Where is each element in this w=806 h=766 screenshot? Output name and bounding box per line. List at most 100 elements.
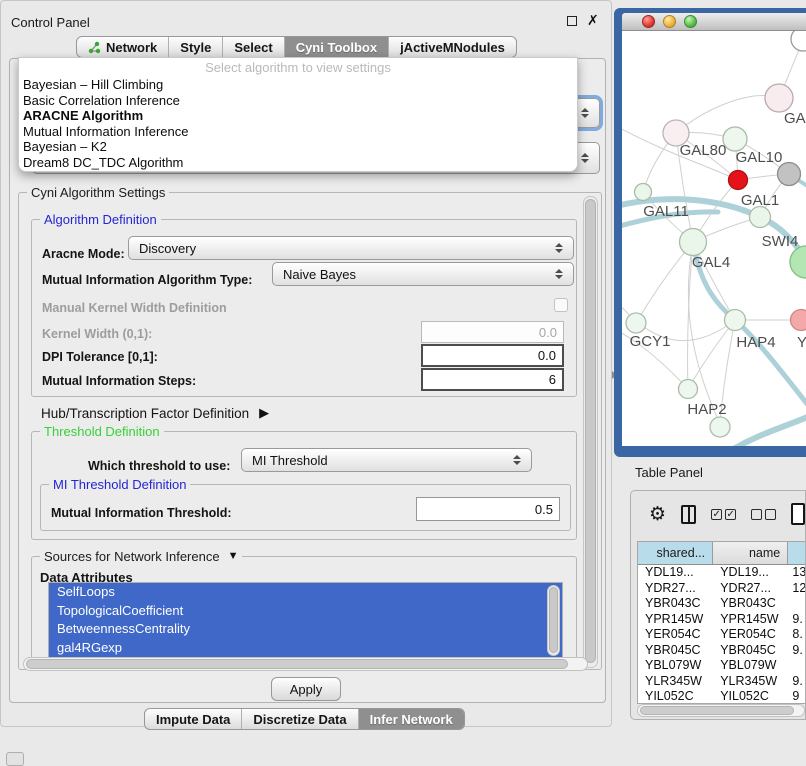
table-row[interactable]: YBR045CYBR045C9.: [638, 643, 806, 659]
dropdown-item[interactable]: Dream8 DC_TDC Algorithm: [19, 155, 577, 171]
node-hap4[interactable]: [725, 310, 746, 331]
node-pink-top[interactable]: [765, 84, 793, 112]
aracne-mode-combobox[interactable]: Discovery: [128, 236, 574, 260]
network-icon: [88, 41, 101, 54]
combo-arrows-icon: [581, 153, 589, 163]
deselect-all-checks-icon[interactable]: [751, 509, 776, 520]
close-traffic-light-icon[interactable]: [642, 15, 655, 28]
algorithm-definition-group: Algorithm Definition Aracne Mode: Discov…: [31, 219, 577, 397]
new-table-icon[interactable]: [791, 503, 805, 525]
cyni-algorithm-settings-group: Cyni Algorithm Settings Algorithm Defini…: [18, 192, 602, 670]
dropdown-item[interactable]: Bayesian – K2: [19, 139, 577, 155]
which-threshold-combobox[interactable]: MI Threshold: [241, 448, 532, 472]
svg-text:GAL: GAL: [784, 110, 806, 127]
list-scrollbar[interactable]: [547, 585, 560, 656]
node-partial-bottom[interactable]: [710, 417, 730, 437]
settings-horizontal-scrollbar[interactable]: [23, 657, 588, 671]
list-item[interactable]: BetweennessCentrality: [49, 620, 562, 639]
tab-cyni-toolbox[interactable]: Cyni Toolbox: [284, 37, 388, 57]
list-item[interactable]: SelfLoops: [49, 583, 562, 602]
node-hap2[interactable]: [679, 380, 698, 399]
tab-style[interactable]: Style: [168, 37, 222, 57]
column-header-partial[interactable]: [788, 542, 806, 564]
table-row[interactable]: YBR043CYBR043C: [638, 596, 806, 612]
settings-group-title: Cyni Algorithm Settings: [27, 185, 169, 200]
column-header-name[interactable]: name: [713, 542, 788, 564]
column-header-shared[interactable]: shared...: [638, 542, 713, 564]
node-gal10[interactable]: [723, 127, 747, 151]
data-attributes-list: SelfLoops TopologicalCoefficient Between…: [48, 582, 563, 658]
tab-network[interactable]: Network: [77, 37, 168, 57]
node-swi4[interactable]: [750, 207, 771, 228]
dropdown-header: Select algorithm to view settings: [19, 58, 577, 77]
svg-text:HAP4: HAP4: [736, 334, 775, 351]
combo-arrows-icon: [581, 108, 589, 118]
node-gal11[interactable]: [635, 184, 652, 201]
node-gcy1[interactable]: [626, 313, 646, 333]
sources-title[interactable]: Sources for Network Inference ▼: [40, 549, 242, 564]
tab-jactivemnodules[interactable]: jActiveMNodules: [388, 37, 516, 57]
dropdown-item[interactable]: Basic Correlation Inference: [19, 93, 577, 109]
dpi-tolerance-input[interactable]: [421, 344, 564, 367]
tab-select[interactable]: Select: [222, 37, 283, 57]
panel-grip-icon[interactable]: [6, 752, 24, 766]
table-row[interactable]: YER054CYER054C8.: [638, 627, 806, 643]
svg-text:GAL10: GAL10: [736, 149, 783, 166]
list-item[interactable]: gal4RGexp: [49, 639, 562, 658]
kernel-width-input[interactable]: [421, 321, 564, 343]
list-item[interactable]: TopologicalCoefficient: [49, 602, 562, 621]
settings-vertical-scrollbar[interactable]: [583, 196, 598, 668]
svg-text:GAL1: GAL1: [741, 192, 779, 209]
svg-text:GAL4: GAL4: [692, 254, 730, 271]
threshold-definition-group: Threshold Definition Which threshold to …: [31, 431, 577, 540]
control-panel-tab-bar: Network Style Select Cyni Toolbox jActiv…: [76, 36, 517, 58]
manual-kernel-width-label: Manual Kernel Width Definition: [42, 301, 227, 315]
apply-button[interactable]: Apply: [271, 677, 341, 701]
node-green-right[interactable]: [790, 246, 806, 278]
table-row[interactable]: YDL19...YDL19...13: [638, 565, 806, 581]
table-row[interactable]: YPR145WYPR145W9.: [638, 612, 806, 628]
node-gal1-red[interactable]: [729, 171, 748, 190]
mi-algorithm-type-combobox[interactable]: Naive Bayes: [272, 262, 574, 286]
table-panel-title: Table Panel: [635, 465, 703, 480]
combo-arrows-icon: [555, 269, 563, 279]
svg-text:HAP2: HAP2: [687, 401, 726, 418]
zoom-traffic-light-icon[interactable]: [684, 15, 697, 28]
mi-threshold-group: MI Threshold Definition Mutual Informati…: [40, 484, 571, 531]
close-icon[interactable]: ✗: [587, 12, 599, 29]
hub-definition-expander[interactable]: Hub/Transcription Factor Definition ▶: [41, 405, 269, 421]
tab-discretize-data[interactable]: Discretize Data: [241, 709, 357, 729]
table-row[interactable]: YDR27...YDR27...12: [638, 581, 806, 597]
tab-infer-network[interactable]: Infer Network: [358, 709, 464, 729]
node-table: shared... name YDL19...YDL19...13 YDR27.…: [637, 541, 806, 704]
network-window-titlebar[interactable]: [622, 13, 806, 31]
algorithm-dropdown-popup: Select algorithm to view settings Bayesi…: [18, 57, 578, 172]
table-row[interactable]: YLR345WYLR345W9.: [638, 674, 806, 690]
node-gal4[interactable]: [680, 229, 707, 256]
mi-threshold-title: MI Threshold Definition: [49, 477, 190, 492]
select-all-checks-icon[interactable]: ✓✓: [711, 509, 736, 520]
columns-icon[interactable]: [681, 505, 696, 524]
network-canvas[interactable]: GAL GAL80 GAL10 GAL1 GAL11 SWI4 GAL4 GCY…: [622, 31, 806, 446]
manual-kernel-width-checkbox[interactable]: [554, 298, 568, 312]
table-header-row: shared... name: [638, 542, 806, 565]
node-salmon-right[interactable]: [791, 310, 806, 331]
aracne-mode-label: Aracne Mode:: [42, 247, 125, 261]
table-horizontal-scrollbar[interactable]: [637, 704, 805, 717]
tab-impute-data[interactable]: Impute Data: [145, 709, 241, 729]
mi-algorithm-type-label: Mutual Information Algorithm Type:: [42, 273, 252, 287]
float-window-icon[interactable]: [567, 16, 577, 26]
table-row[interactable]: YIL052CYIL052C9: [638, 689, 806, 704]
gear-icon[interactable]: ⚙: [649, 505, 666, 524]
table-row[interactable]: YBL079WYBL079W: [638, 658, 806, 674]
mi-threshold-label: Mutual Information Threshold:: [51, 506, 232, 520]
mi-steps-input[interactable]: [421, 368, 564, 391]
dropdown-item-aracne[interactable]: ARACNE Algorithm: [19, 108, 577, 124]
dropdown-item[interactable]: Bayesian – Hill Climbing: [19, 77, 577, 93]
sources-group: Sources for Network Inference ▼ Data Att…: [31, 556, 577, 659]
mi-threshold-input[interactable]: [416, 497, 560, 521]
node-partial-top[interactable]: [791, 31, 806, 51]
minimize-traffic-light-icon[interactable]: [663, 15, 676, 28]
mi-steps-label: Mutual Information Steps:: [42, 374, 196, 388]
dropdown-item[interactable]: Mutual Information Inference: [19, 124, 577, 140]
